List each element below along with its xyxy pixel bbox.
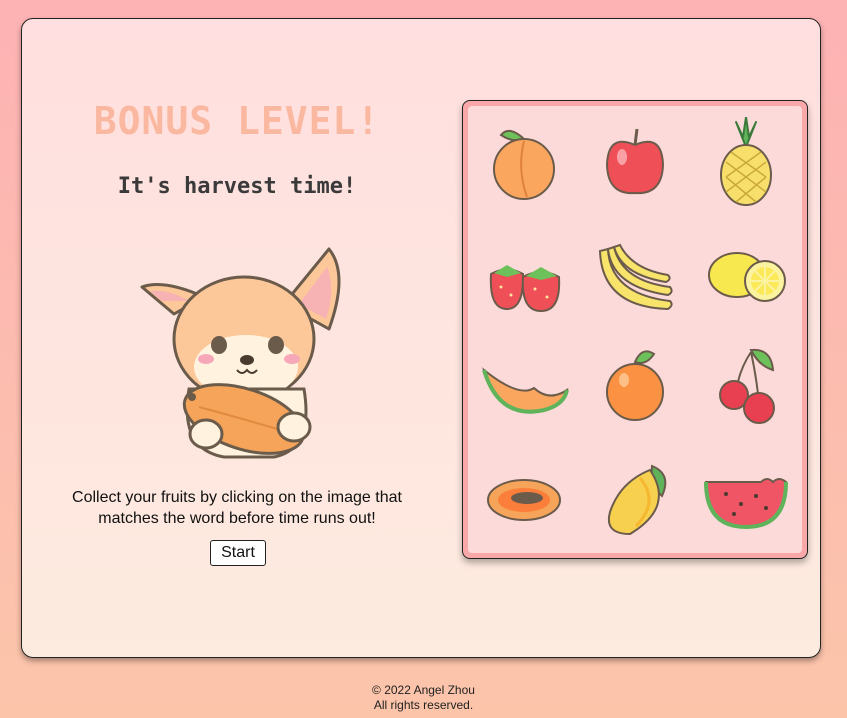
orange-icon — [605, 350, 664, 422]
apple-icon — [605, 128, 664, 194]
papaya-icon — [486, 479, 561, 522]
pineapple-icon — [720, 116, 773, 206]
fruit-apple[interactable] — [579, 106, 690, 218]
fruit-strawberry[interactable] — [468, 218, 579, 330]
fruit-peach[interactable] — [468, 106, 579, 218]
fruit-lemon[interactable] — [691, 218, 802, 330]
fruit-mango[interactable] — [579, 441, 690, 553]
fruit-pineapple[interactable] — [691, 106, 802, 218]
intro-panel: BONUS LEVEL! It's harvest time! Collect … — [22, 19, 452, 657]
fruit-grid-panel — [462, 100, 808, 559]
instructions-text: Collect your fruits by clicking on the i… — [72, 489, 402, 527]
mango-icon — [607, 464, 667, 536]
cantaloupe-icon — [481, 367, 569, 414]
fruit-grid — [468, 106, 802, 553]
strawberry-icon — [489, 264, 560, 312]
footer-rights: All rights reserved. — [373, 698, 474, 712]
page-subtitle: It's harvest time! — [117, 174, 357, 199]
game-card: BONUS LEVEL! It's harvest time! Collect … — [21, 18, 821, 658]
lemon-icon — [708, 251, 787, 302]
fruit-cantaloupe[interactable] — [468, 330, 579, 442]
fruit-cherry[interactable] — [691, 330, 802, 442]
fruit-banana[interactable] — [579, 218, 690, 330]
footer-copyright: © 2022 Angel Zhou — [372, 683, 475, 697]
footer: © 2022 Angel Zhou All rights reserved. — [0, 683, 847, 713]
fruit-orange[interactable] — [579, 330, 690, 442]
page-title: BONUS LEVEL! — [93, 99, 381, 143]
cherry-icon — [719, 349, 776, 425]
peach-icon — [492, 129, 555, 200]
watermelon-icon — [704, 478, 789, 530]
start-button[interactable]: Start — [210, 540, 266, 566]
fruit-watermelon[interactable] — [691, 441, 802, 553]
fruit-papaya[interactable] — [468, 441, 579, 553]
banana-icon — [598, 243, 673, 310]
shiba-dog-holding-papaya-icon — [140, 247, 341, 459]
